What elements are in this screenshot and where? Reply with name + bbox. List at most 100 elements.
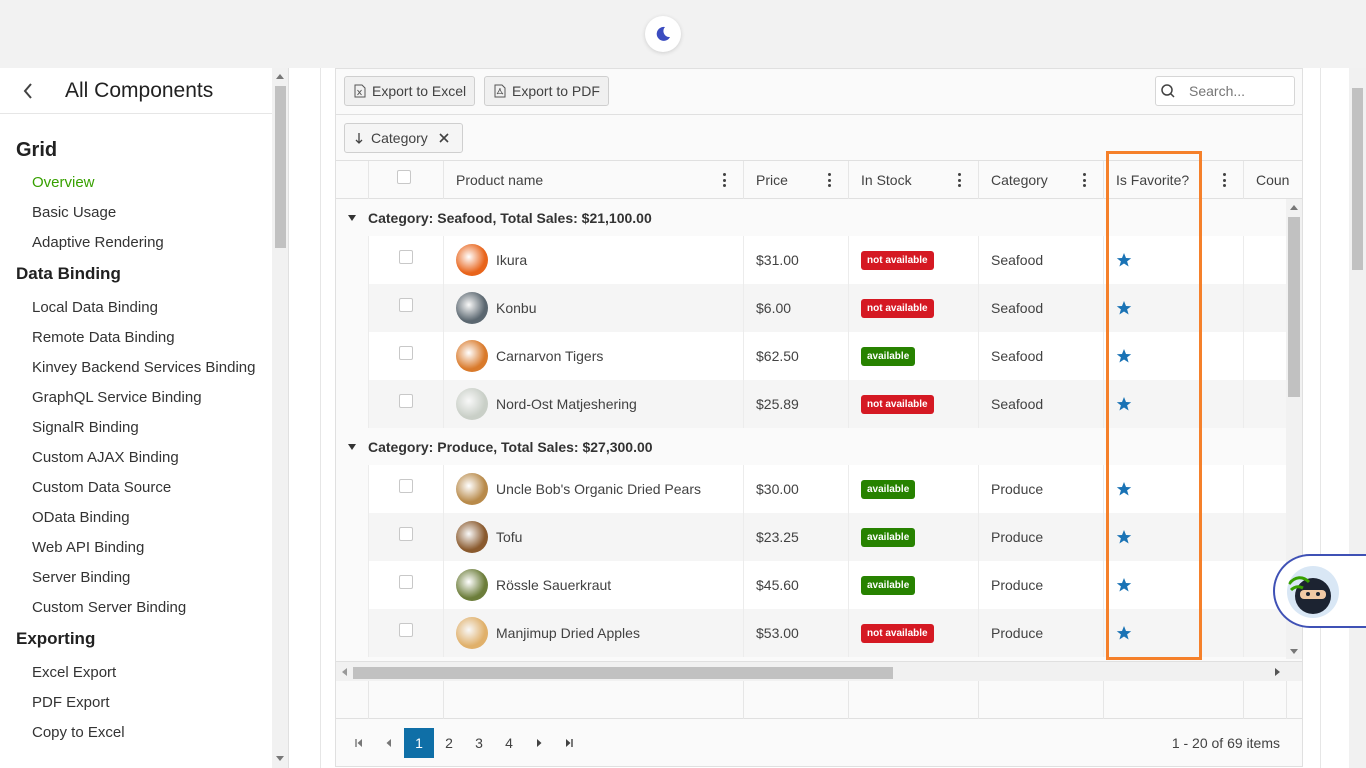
- sidebar-item-remote-data-binding[interactable]: Remote Data Binding: [0, 323, 272, 353]
- sidebar-item-copy-to-excel[interactable]: Copy to Excel: [0, 718, 272, 748]
- scroll-down-arrow-icon[interactable]: [276, 756, 284, 761]
- row-checkbox[interactable]: [399, 527, 413, 541]
- stock-status-badge: available: [861, 575, 916, 595]
- sidebar-scroll-thumb[interactable]: [275, 86, 286, 248]
- back-button[interactable]: [0, 68, 56, 114]
- is-favorite-cell: [1103, 609, 1243, 657]
- table-row[interactable]: Rössle Sauerkraut $45.60 available Produce: [368, 561, 1286, 609]
- column-header-label: Price: [756, 172, 788, 188]
- price-cell: $53.00: [743, 609, 848, 657]
- sidebar-item-local-data-binding[interactable]: Local Data Binding: [0, 293, 272, 323]
- column-header-category[interactable]: Category: [978, 161, 1103, 199]
- page-button-1[interactable]: 1: [404, 728, 434, 758]
- sidebar-item-signalr-binding[interactable]: SignalR Binding: [0, 413, 272, 443]
- column-menu-icon[interactable]: [827, 173, 831, 187]
- pager: 1234 1 - 20 of 69 items: [336, 719, 1302, 766]
- stock-status-badge: not available: [861, 250, 934, 270]
- next-page-button[interactable]: [524, 728, 554, 758]
- scroll-up-arrow-icon[interactable]: [276, 74, 284, 79]
- table-row[interactable]: Carnarvon Tigers $62.50 available Seafood: [368, 332, 1286, 380]
- nav-section-data-binding[interactable]: Data Binding: [0, 264, 272, 284]
- export-excel-button[interactable]: Export to Excel: [344, 76, 476, 106]
- column-header-product-name[interactable]: Product name: [443, 161, 743, 199]
- table-row[interactable]: Tofu $23.25 available Produce: [368, 513, 1286, 561]
- first-page-button[interactable]: [344, 728, 374, 758]
- select-all-checkbox[interactable]: [397, 170, 411, 184]
- scroll-up-arrow-icon[interactable]: [1290, 205, 1298, 210]
- search-icon: [1161, 84, 1175, 98]
- sidebar-item-odata-binding[interactable]: OData Binding: [0, 503, 272, 533]
- theme-toggle-button[interactable]: [645, 16, 681, 52]
- search-input[interactable]: Search...: [1155, 76, 1295, 106]
- grid-vertical-scroll-thumb[interactable]: [1288, 217, 1300, 397]
- top-bar: [0, 0, 1366, 68]
- column-menu-icon[interactable]: [957, 173, 961, 187]
- table-row[interactable]: Uncle Bob's Organic Dried Pears $30.00 ava…: [368, 465, 1286, 513]
- nav-section-exporting[interactable]: Exporting: [0, 629, 272, 649]
- category-cell: Seafood: [978, 284, 1103, 332]
- sidebar-item-custom-server-binding[interactable]: Custom Server Binding: [0, 593, 272, 623]
- column-header-is-favorite[interactable]: Is Favorite?: [1103, 161, 1243, 199]
- is-favorite-cell: [1103, 513, 1243, 561]
- group-header-row: Category: Produce, Total Sales: $27,300.…: [336, 428, 1286, 465]
- sidebar-item-basic-usage[interactable]: Basic Usage: [0, 198, 272, 228]
- page-scroll-thumb[interactable]: [1352, 88, 1363, 270]
- row-checkbox[interactable]: [399, 250, 413, 264]
- collapse-caret-icon[interactable]: [348, 214, 356, 221]
- page-button-2[interactable]: 2: [434, 728, 464, 758]
- sidebar-item-custom-data-source[interactable]: Custom Data Source: [0, 473, 272, 503]
- previous-page-button[interactable]: [374, 728, 404, 758]
- last-page-button[interactable]: [554, 728, 584, 758]
- column-menu-icon[interactable]: [1222, 173, 1226, 187]
- column-menu-icon[interactable]: [1082, 173, 1086, 187]
- sidebar-item-overview[interactable]: Overview: [0, 168, 272, 198]
- column-header-in-stock[interactable]: In Stock: [848, 161, 978, 199]
- scroll-right-arrow-icon[interactable]: [1275, 668, 1280, 676]
- sidebar-item-excel-export[interactable]: Excel Export: [0, 658, 272, 688]
- grid-horizontal-scrollbar[interactable]: [336, 661, 1302, 681]
- sidebar-item-graphql-service-binding[interactable]: GraphQL Service Binding: [0, 383, 272, 413]
- sidebar-item-kinvey-backend-services-binding[interactable]: Kinvey Backend Services Binding: [0, 353, 272, 383]
- collapse-caret-icon[interactable]: [348, 443, 356, 450]
- sidebar-item-pdf-export[interactable]: PDF Export: [0, 688, 272, 718]
- sidebar-scrollbar[interactable]: [272, 68, 289, 768]
- table-row[interactable]: Ikura $31.00 not available Seafood: [368, 236, 1286, 284]
- row-checkbox[interactable]: [399, 479, 413, 493]
- sidebar-item-web-api-binding[interactable]: Web API Binding: [0, 533, 272, 563]
- product-name: Uncle Bob's Organic Dried Pears: [496, 481, 701, 497]
- sidebar-item-adaptive-rendering[interactable]: Adaptive Rendering: [0, 228, 272, 258]
- nav-section-grid[interactable]: Grid: [0, 139, 272, 162]
- table-row[interactable]: Manjimup Dried Apples $53.00 not available…: [368, 609, 1286, 657]
- sidebar-item-custom-ajax-binding[interactable]: Custom AJAX Binding: [0, 443, 272, 473]
- export-pdf-button[interactable]: Export to PDF: [484, 76, 609, 106]
- page-button-4[interactable]: 4: [494, 728, 524, 758]
- table-row[interactable]: Konbu $6.00 not available Seafood: [368, 284, 1286, 332]
- row-checkbox[interactable]: [399, 623, 413, 637]
- column-header-country[interactable]: Coun: [1243, 161, 1302, 199]
- star-icon: [1116, 530, 1132, 544]
- column-header-price[interactable]: Price: [743, 161, 848, 199]
- table-row[interactable]: Nord-Ost Matjeshering $25.89 not available…: [368, 380, 1286, 428]
- close-icon[interactable]: [436, 130, 452, 146]
- row-checkbox[interactable]: [399, 575, 413, 589]
- column-header-label: Coun: [1256, 172, 1290, 188]
- scroll-down-arrow-icon[interactable]: [1290, 649, 1298, 654]
- page-button-3[interactable]: 3: [464, 728, 494, 758]
- chat-assistant-button[interactable]: [1273, 554, 1366, 628]
- product-photo: [456, 473, 488, 505]
- row-checkbox[interactable]: [399, 298, 413, 312]
- price-cell: $6.00: [743, 284, 848, 332]
- select-cell: [368, 609, 443, 657]
- page-scrollbar[interactable]: [1349, 68, 1366, 768]
- select-all-cell: [368, 161, 443, 199]
- star-icon: [1116, 482, 1132, 496]
- row-checkbox[interactable]: [399, 346, 413, 360]
- row-checkbox[interactable]: [399, 394, 413, 408]
- sidebar-item-server-binding[interactable]: Server Binding: [0, 563, 272, 593]
- grid-horizontal-scroll-thumb[interactable]: [353, 667, 893, 679]
- group-chip-category[interactable]: Category: [344, 123, 463, 153]
- product-photo: [456, 292, 488, 324]
- previous-page-icon: [386, 739, 391, 747]
- scroll-left-arrow-icon[interactable]: [342, 668, 347, 676]
- column-menu-icon[interactable]: [722, 173, 726, 187]
